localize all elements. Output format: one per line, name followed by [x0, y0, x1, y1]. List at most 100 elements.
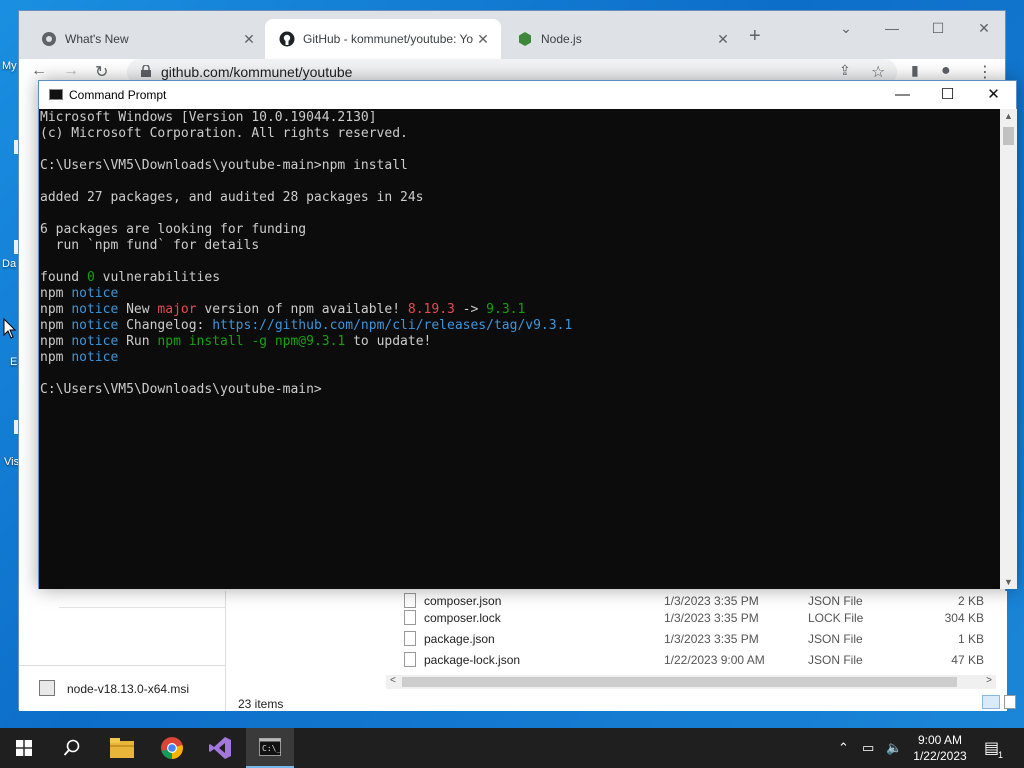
console-line: npm notice — [40, 286, 1000, 302]
console-text: found — [40, 270, 87, 285]
scroll-right-icon[interactable]: > — [986, 675, 992, 686]
tab-github[interactable]: GitHub - kommunet/youtube: Yo ✕ — [265, 19, 501, 59]
tab-title: Node.js — [541, 32, 582, 46]
scroll-up-icon[interactable]: ▲ — [1004, 111, 1013, 121]
console-text: notice — [71, 302, 119, 317]
details-view-icon[interactable] — [982, 695, 1000, 709]
notification-icon[interactable]: ▤ — [984, 738, 999, 758]
tab-search-icon[interactable]: ⌄ — [823, 15, 869, 41]
reload-icon[interactable]: ↻ — [95, 62, 108, 82]
scroll-left-icon[interactable]: < — [390, 675, 396, 686]
console-text: New — [118, 302, 158, 317]
console-text: npm — [40, 318, 72, 333]
network-icon[interactable]: ▭ — [862, 740, 874, 756]
scrollbar-thumb[interactable] — [1003, 127, 1014, 145]
side-panel-icon[interactable]: ▮ — [911, 62, 919, 79]
taskbar-command-prompt[interactable]: C:\_ — [246, 728, 294, 768]
profile-icon[interactable]: ● — [941, 62, 951, 80]
system-clock[interactable]: 9:00 AM 1/22/2023 — [912, 732, 968, 764]
console-text: C:\Users\VM5\Downloads\youtube-main>npm … — [40, 158, 408, 173]
tab-strip: What's New ✕ GitHub - kommunet/youtube: … — [19, 11, 1005, 59]
tab-title: What's New — [65, 32, 129, 46]
file-icon — [404, 610, 416, 625]
bookmark-star-icon[interactable]: ☆ — [871, 62, 885, 82]
command-prompt-icon: C:\_ — [259, 738, 281, 756]
console-output[interactable]: Microsoft Windows [Version 10.0.19044.21… — [39, 109, 1000, 589]
lock-icon — [141, 65, 151, 77]
console-text: 8.19.3 — [407, 302, 455, 317]
file-row[interactable]: package-lock.json 1/22/2023 9:00 AM JSON… — [404, 650, 994, 670]
vertical-scrollbar[interactable]: ▲ ▼ — [1000, 109, 1017, 589]
file-explorer-icon — [110, 738, 134, 758]
taskbar-visual-studio[interactable] — [196, 728, 244, 768]
console-text: run `npm fund` for details — [40, 238, 260, 253]
desktop-icon-label[interactable]: Da — [2, 258, 16, 270]
file-row[interactable]: package.json 1/3/2023 3:35 PM JSON File … — [404, 629, 994, 649]
maximize-button[interactable]: ☐ — [925, 81, 970, 109]
minimize-button[interactable]: — — [869, 15, 915, 41]
search-icon — [63, 739, 80, 756]
tab-nodejs[interactable]: Node.js ✕ — [503, 19, 741, 59]
console-line: 6 packages are looking for funding — [40, 222, 1000, 238]
console-line: run `npm fund` for details — [40, 238, 1000, 254]
file-row[interactable]: composer.lock 1/3/2023 3:35 PM LOCK File… — [404, 608, 994, 628]
share-icon[interactable]: ⇪ — [839, 62, 851, 79]
back-icon[interactable]: ← — [31, 62, 47, 80]
console-text: https://github.com/npm/cli/releases/tag/… — [212, 318, 573, 333]
file-size: 1 KB — [957, 632, 984, 646]
scrollbar-thumb[interactable] — [402, 677, 957, 687]
forward-icon[interactable]: → — [63, 62, 79, 80]
close-button[interactable]: ✕ — [961, 15, 1007, 41]
console-text: notice — [71, 334, 119, 349]
file-name: package-lock.json — [424, 653, 521, 667]
console-text: -> — [454, 302, 487, 317]
taskbar-file-explorer[interactable] — [98, 728, 146, 768]
file-explorer-window: composer.json 1/3/2023 3:35 PM JSON File… — [225, 591, 1016, 711]
file-size: 47 KB — [951, 653, 984, 667]
console-text: notice — [71, 286, 119, 301]
desktop-icon-label[interactable]: Vis — [4, 456, 19, 468]
close-icon[interactable]: ✕ — [241, 31, 257, 48]
start-button[interactable] — [0, 728, 48, 768]
large-icons-view-icon[interactable] — [1004, 695, 1016, 709]
close-icon[interactable]: ✕ — [475, 31, 491, 48]
download-item[interactable]: node-v18.13.0-x64.msi — [19, 665, 225, 711]
desktop-icon-label[interactable]: My — [2, 60, 17, 72]
tab-whats-new[interactable]: What's New ✕ — [27, 19, 267, 59]
console-text: npm — [40, 286, 72, 301]
download-filename[interactable]: node-v18.13.0-x64.msi — [67, 682, 189, 696]
maximize-button[interactable]: ☐ — [915, 15, 961, 41]
menu-icon[interactable]: ⋮ — [977, 62, 993, 82]
file-size: 2 KB — [957, 594, 984, 608]
tab-title: GitHub - kommunet/youtube: Yo — [303, 32, 474, 46]
github-icon — [279, 31, 295, 47]
close-button[interactable]: ✕ — [971, 81, 1016, 109]
clock-time: 9:00 AM — [917, 733, 963, 747]
chrome-icon — [41, 31, 57, 47]
console-text: C:\Users\VM5\Downloads\youtube-main> — [40, 382, 322, 397]
scroll-down-icon[interactable]: ▼ — [1004, 577, 1013, 587]
taskbar-chrome[interactable] — [148, 728, 196, 768]
mouse-cursor-icon — [3, 318, 17, 339]
console-text: 9.3.1 — [486, 302, 526, 317]
file-type: JSON File — [808, 653, 863, 667]
file-date: 1/22/2023 9:00 AM — [664, 653, 765, 667]
notification-count: 1 — [998, 750, 1004, 760]
close-icon[interactable]: ✕ — [715, 31, 731, 48]
horizontal-scrollbar[interactable]: < > — [386, 675, 996, 689]
file-date: 1/3/2023 3:35 PM — [664, 611, 759, 625]
minimize-button[interactable]: — — [880, 81, 925, 109]
search-button[interactable] — [48, 728, 96, 768]
chrome-icon — [161, 737, 183, 759]
url-text[interactable]: github.com/kommunet/youtube — [161, 64, 352, 80]
chevron-up-icon[interactable]: ⌃ — [838, 740, 849, 756]
desktop-icon-label[interactable]: E — [10, 356, 17, 368]
console-text: notice — [71, 350, 119, 365]
title-bar[interactable]: Command Prompt — ☐ ✕ — [39, 81, 1016, 109]
new-tab-button[interactable]: + — [749, 25, 761, 48]
volume-icon[interactable]: 🔈 — [886, 740, 902, 756]
console-line: npm notice Run npm install -g npm@9.3.1 … — [40, 334, 1000, 350]
start-icon — [16, 740, 32, 756]
